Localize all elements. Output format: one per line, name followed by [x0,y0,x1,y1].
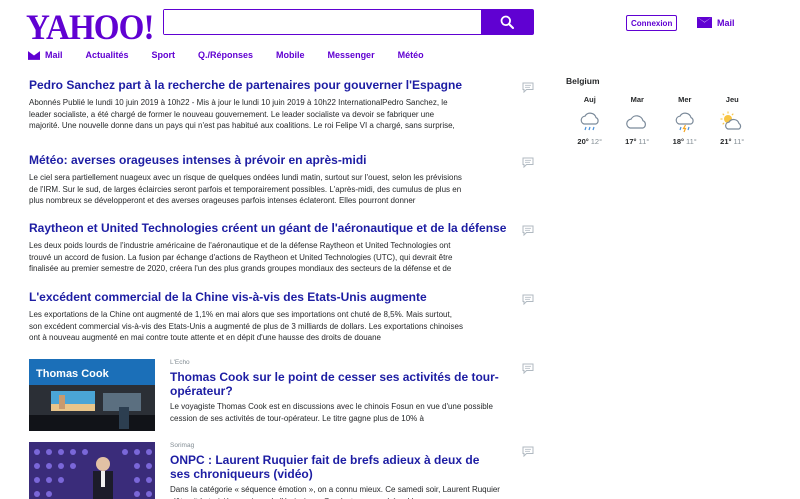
story-summary: Dans la catégorie « séquence émotion », … [170,485,500,499]
temp-low: 12° [590,137,603,146]
header-mail-label: Mail [717,17,735,28]
day-name: Auj [583,95,596,104]
day-temps: 20° 12° [577,137,602,146]
nav-label: Mail [45,50,63,60]
story-source: L'Echo [170,359,190,366]
nav-label: Sport [151,50,176,60]
weather-widget[interactable]: Belgium Auj 20° 12° Mar 17° 11° Mer 18° … [566,76,756,146]
news-story: L'excédent commercial de la Chine vis-à-… [29,290,539,344]
nav-meteo[interactable]: Météo [398,50,424,60]
comment-icon[interactable] [522,82,534,93]
nav-mail[interactable]: Mail [28,50,63,60]
story-title[interactable]: Pedro Sanchez part à la recherche de par… [29,78,539,92]
nav-label: Mobile [276,50,305,60]
thumb-text: Thomas Cook [36,368,110,380]
search-input[interactable] [164,10,481,34]
forecast-day: Jeu 21° 11° [709,95,757,146]
story-summary: Abonnés Publié le lundi 10 juin 2019 à 1… [29,98,455,130]
comment-icon[interactable] [522,225,534,236]
day-temps: 17° 11° [625,137,649,146]
news-story: Pedro Sanchez part à la recherche de par… [29,78,539,132]
search-button[interactable] [481,10,533,34]
main-nav: Mail Actualités Sport Q./Réponses Mobile… [28,50,447,60]
story-thumbnail[interactable] [29,442,155,499]
rain-cloud-icon [580,112,599,131]
story-title[interactable]: Météo: averses orageuses intenses à prév… [29,153,539,167]
nav-label: Q./Réponses [198,50,254,60]
thomas-cook-photo: Thomas Cook [29,359,155,431]
story-body: L'Echo Thomas Cook sur le point de cesse… [170,359,500,436]
nav-label: Actualités [85,50,129,60]
comment-icon[interactable] [522,446,534,457]
news-story: Raytheon et United Technologies créent u… [29,221,539,275]
search-bar [163,9,534,35]
temp-high: 21° [720,137,732,146]
temp-high: 20° [577,137,589,146]
envelope-icon [697,17,712,28]
temp-high: 17° [625,137,637,146]
comment-icon[interactable] [522,157,534,168]
day-name: Mer [678,95,692,104]
story-summary: Les exportations de la Chine ont augment… [29,310,463,342]
story-title[interactable]: Raytheon et United Technologies créent u… [29,221,539,235]
weather-location: Belgium [566,76,600,86]
temp-low: 11° [733,137,745,146]
day-name: Mar [630,95,644,104]
day-name: Jeu [725,95,739,104]
thunderstorm-icon [675,112,694,133]
comment-icon[interactable] [522,294,534,305]
story-summary: Les deux poids lourds de l'industrie amé… [29,241,453,273]
story-title[interactable]: L'excédent commercial de la Chine vis-à-… [29,290,539,304]
story-summary: Le voyagiste Thomas Cook est en discussi… [170,402,493,423]
story-body: Sorimag ONPC : Laurent Ruquier fait de b… [170,442,500,499]
envelope-icon [28,50,40,60]
tv-studio-photo [29,442,155,499]
login-button[interactable]: Connexion [626,15,678,31]
forecast-day: Mar 17° 11° [614,95,662,146]
forecast-day: Auj 20° 12° [566,95,614,146]
weather-forecast: Auj 20° 12° Mar 17° 11° Mer 18° 11° Jeu … [566,95,756,146]
temp-low: 11° [686,137,697,146]
search-icon [500,15,514,29]
temp-high: 18° [672,137,685,146]
story-thumbnail[interactable]: Thomas Cook [29,359,155,431]
nav-questions-reponses[interactable]: Q./Réponses [198,50,253,60]
cloud-icon [626,115,647,129]
story-title[interactable]: ONPC : Laurent Ruquier fait de brefs adi… [170,453,500,481]
day-temps: 18° 11° [673,137,697,146]
header-mail-link[interactable]: Mail [697,17,735,28]
nav-label: Messenger [327,50,375,60]
day-temps: 21° 11° [720,137,744,146]
nav-mobile[interactable]: Mobile [276,50,305,60]
story-source: Sorimag [170,442,195,449]
nav-label: Météo [397,50,424,60]
nav-actualites[interactable]: Actualités [86,50,129,60]
forecast-day: Mer 18° 11° [661,95,709,146]
news-story: Météo: averses orageuses intenses à prév… [29,153,539,207]
story-summary: Le ciel sera partiellement nuageux avec … [29,173,462,205]
yahoo-logo[interactable]: YAHOO! [26,6,155,48]
nav-messenger[interactable]: Messenger [328,50,375,60]
comment-icon[interactable] [522,363,534,374]
story-title[interactable]: Thomas Cook sur le point de cesser ses a… [170,370,500,398]
temp-low: 11° [638,137,650,146]
partly-sunny-icon [720,111,742,130]
nav-sport[interactable]: Sport [152,50,176,60]
